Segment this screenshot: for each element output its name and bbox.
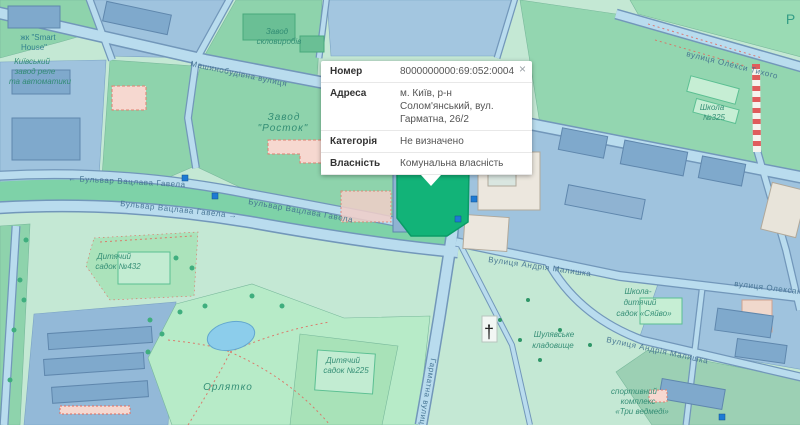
popup-row-number: Номер 8000000000:69:052:0004	[321, 61, 532, 83]
map-marker	[455, 216, 461, 222]
parcel-category: Не визначено	[400, 135, 523, 148]
poi-label: House"	[21, 43, 47, 52]
popup-tail	[421, 175, 441, 186]
poi-label: Київський	[14, 57, 50, 66]
building-pink	[112, 86, 146, 110]
poi-label: кладовище	[532, 341, 574, 350]
poi-label: Завод	[266, 27, 289, 36]
building-beige	[463, 215, 509, 252]
poi-label: Дитячий	[325, 356, 361, 365]
poi-label: садок «Сяйво»	[616, 309, 672, 318]
popup-close-button[interactable]: ×	[519, 63, 526, 75]
field-label: Номер	[330, 65, 396, 78]
poi-label: жк "Smart	[20, 33, 56, 42]
field-label: Власність	[330, 157, 396, 170]
map-marker	[212, 193, 218, 199]
poi-label: садок №432	[95, 262, 141, 271]
building	[300, 36, 324, 52]
poi-label: "Росток"	[258, 123, 309, 134]
popup-row-ownership: Власність Комунальна власність	[321, 153, 532, 175]
poi-label: завод реле	[14, 67, 56, 76]
map-marker	[471, 196, 477, 202]
poi-label: садок №225	[323, 366, 369, 375]
poi-label: Шулявське	[534, 330, 575, 339]
poi-label: комплекс	[621, 397, 656, 406]
poi-label: Дитячий	[96, 252, 132, 261]
parcel-number: 8000000000:69:052:0004	[400, 65, 523, 78]
cemetery-cross-icon: †	[484, 322, 494, 342]
poi-label: Р	[786, 11, 796, 27]
parcel-info-popup: × Номер 8000000000:69:052:0004 Адреса м.…	[321, 61, 532, 175]
poi-label: Школа-	[624, 287, 651, 296]
poi-label: «Три ведмеді»	[615, 407, 669, 416]
poi-label: дитячий	[624, 298, 657, 307]
poi-label: та автоматики	[9, 77, 72, 86]
poi-label: спортивний	[611, 387, 657, 396]
popup-row-address: Адреса м. Київ, р-н Солом'янський, вул. …	[321, 83, 532, 131]
poi-label: скловиробів	[257, 37, 302, 46]
building-pink	[60, 406, 130, 414]
building	[8, 6, 60, 28]
parcel-ownership: Комунальна власність	[400, 157, 523, 170]
block	[327, 0, 514, 56]
poi-label: №325	[703, 113, 726, 122]
poi-label: Орлятко	[203, 382, 253, 393]
field-label: Адреса	[330, 87, 396, 126]
popup-row-category: Категорія Не визначено	[321, 131, 532, 153]
map-marker	[719, 414, 725, 420]
poi-label: Школа	[700, 103, 725, 112]
parcel-address: м. Київ, р-н Солом'янський, вул. Гарматн…	[400, 87, 523, 126]
poi-label: Завод	[268, 112, 301, 123]
field-label: Категорія	[330, 135, 396, 148]
building	[12, 118, 80, 160]
